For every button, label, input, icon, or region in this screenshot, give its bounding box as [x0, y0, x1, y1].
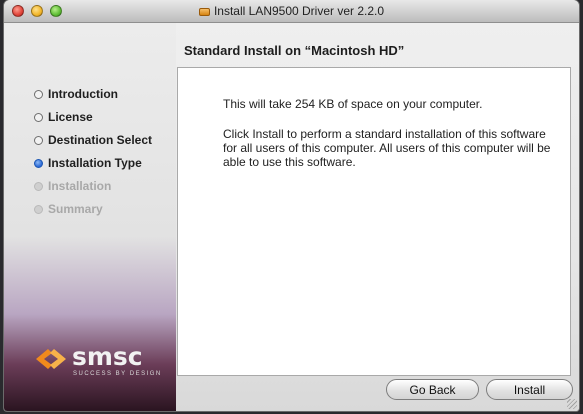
space-required-text: This will take 254 KB of space on your c…	[223, 97, 483, 111]
step-pending-icon	[34, 205, 43, 214]
step-label: Destination Select	[48, 133, 153, 147]
page-heading: Standard Install on “Macintosh HD”	[184, 43, 405, 58]
step-license: License	[34, 110, 152, 133]
step-label: License	[48, 110, 93, 124]
step-destination-select: Destination Select	[34, 133, 152, 156]
step-installation-type: Installation Type	[34, 156, 152, 179]
go-back-button[interactable]: Go Back	[386, 379, 479, 400]
step-label: Introduction	[48, 87, 118, 101]
logo-tagline: SUCCESS BY DESIGN	[73, 371, 162, 377]
step-done-icon	[34, 136, 43, 145]
step-summary: Summary	[34, 202, 152, 225]
installer-window: Install LAN9500 Driver ver 2.2.0 Standar…	[4, 0, 579, 411]
smsc-logo: smsc SUCCESS BY DESIGN	[26, 339, 176, 383]
installer-content: Standard Install on “Macintosh HD” Intro…	[4, 23, 579, 411]
install-description-text: Click Install to perform a standard inst…	[223, 127, 551, 169]
window-title-area: Install LAN9500 Driver ver 2.2.0	[4, 4, 579, 18]
step-introduction: Introduction	[34, 87, 152, 110]
window-title: Install LAN9500 Driver ver 2.2.0	[213, 4, 385, 18]
step-current-icon	[34, 159, 43, 168]
step-label: Installation Type	[48, 156, 142, 170]
install-info-panel: This will take 254 KB of space on your c…	[177, 67, 571, 376]
install-button[interactable]: Install	[486, 379, 573, 400]
logo-wordmark: smsc	[72, 342, 143, 371]
smsc-logo-mark-icon	[36, 349, 66, 369]
step-done-icon	[34, 113, 43, 122]
installation-steps: Introduction License Destination Select …	[34, 87, 152, 225]
resize-grip-icon[interactable]	[567, 399, 577, 409]
title-bar[interactable]: Install LAN9500 Driver ver 2.2.0	[4, 0, 579, 23]
step-label: Installation	[48, 179, 112, 193]
package-installer-icon	[198, 8, 210, 16]
step-label: Summary	[48, 202, 103, 216]
step-pending-icon	[34, 182, 43, 191]
step-installation: Installation	[34, 179, 152, 202]
step-done-icon	[34, 90, 43, 99]
